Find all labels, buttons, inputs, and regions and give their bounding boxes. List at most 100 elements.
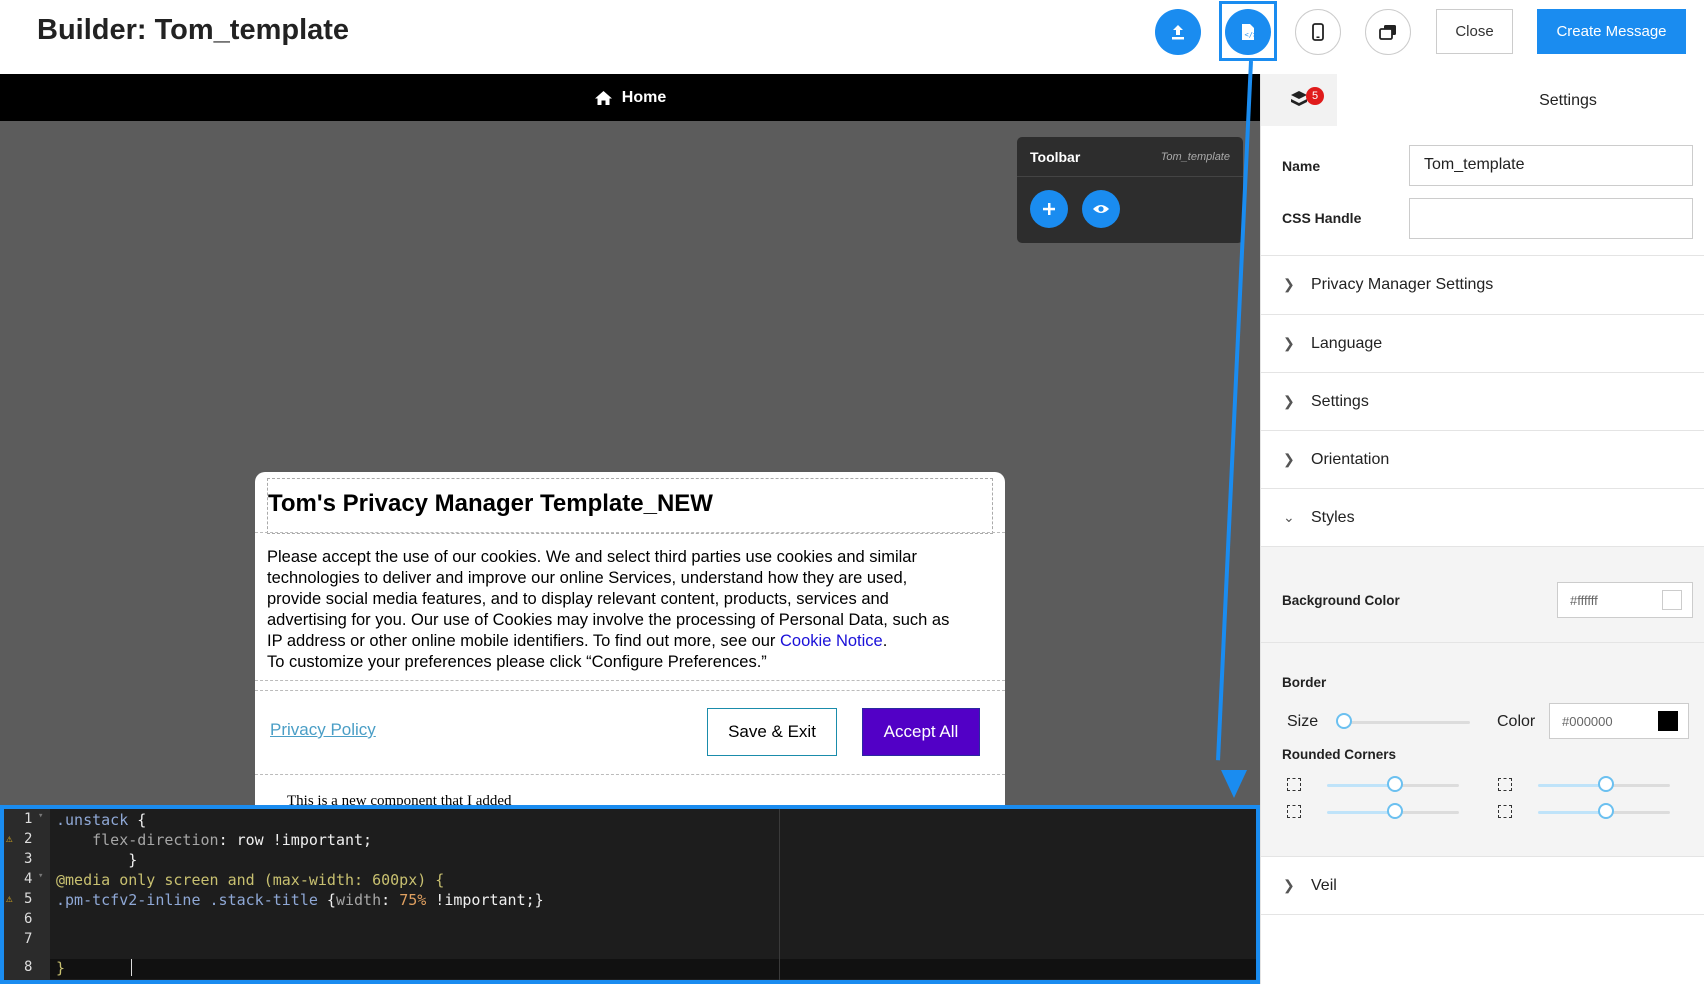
code-line: .unstack { [56, 811, 147, 829]
corner-bl-knob[interactable] [1387, 803, 1403, 819]
divider [255, 680, 1005, 681]
body-line: provide social media features, and to di… [267, 590, 889, 608]
border-size-label: Size [1287, 713, 1319, 730]
active-line-highlight [50, 959, 1256, 979]
corner-br-knob[interactable] [1598, 803, 1614, 819]
chevron-right-icon: ❯ [1283, 877, 1295, 893]
section-language[interactable]: ❯ Language [1261, 314, 1704, 372]
accept-all-button[interactable]: Accept All [862, 708, 980, 756]
divider [255, 690, 1005, 691]
tab-settings[interactable]: Settings [1261, 92, 1704, 110]
chevron-right-icon: ❯ [1283, 393, 1295, 409]
corner-br-track[interactable] [1606, 811, 1670, 814]
body-line: technologies to deliver and improve our … [267, 569, 908, 587]
line-number: ⚠ 2 [6, 831, 33, 847]
border-color-label: Color [1497, 713, 1536, 730]
line-number: 4 ▾ [24, 871, 44, 887]
save-exit-button[interactable]: Save & Exit [707, 708, 837, 756]
editor-print-margin [779, 809, 780, 980]
styles-content: Background Color #ffffff Border Size Col… [1261, 546, 1704, 856]
corner-tr-track-fill[interactable] [1538, 784, 1606, 787]
add-component-button[interactable] [1030, 190, 1068, 228]
section-veil[interactable]: ❯ Veil [1261, 856, 1704, 914]
home-bar[interactable]: Home [0, 74, 1260, 121]
panel-tabs: 5 Settings [1261, 74, 1704, 126]
border-size-slider-track[interactable] [1343, 721, 1470, 724]
page-title: Builder: Tom_template [37, 14, 350, 46]
line-number: 1 ▾ [24, 811, 44, 827]
divider [1261, 914, 1704, 915]
corner-top-left-icon [1287, 778, 1301, 791]
line-number: 6 [24, 911, 33, 927]
code-line: @media only screen and (max-width: 600px… [56, 871, 445, 889]
layers-button[interactable] [1365, 9, 1411, 55]
corner-bottom-right-icon [1498, 805, 1512, 818]
line-number: ⚠ 5 [6, 891, 33, 907]
chevron-right-icon: ❯ [1283, 451, 1295, 467]
body-line: Please accept the use of our cookies. We… [267, 548, 917, 566]
background-color-label: Background Color [1282, 593, 1400, 608]
corner-tl-track[interactable] [1395, 784, 1459, 787]
divider [1261, 642, 1704, 643]
corner-br-track-fill[interactable] [1538, 811, 1606, 814]
divider [255, 532, 1005, 533]
background-color-swatch[interactable] [1662, 590, 1682, 610]
section-styles[interactable]: ⌄ Styles [1261, 488, 1704, 546]
corner-bl-track-fill[interactable] [1327, 811, 1395, 814]
fold-icon: ▾ [38, 871, 44, 881]
name-label: Name [1282, 158, 1321, 174]
css-handle-input[interactable] [1409, 198, 1693, 239]
corner-tr-knob[interactable] [1598, 776, 1614, 792]
message-body[interactable]: Please accept the use of our cookies. We… [267, 547, 997, 673]
toolbar-header: Toolbar Tom_template [1017, 137, 1243, 177]
upload-button[interactable] [1155, 9, 1201, 55]
background-color-value: #ffffff [1570, 593, 1598, 608]
border-color-swatch[interactable] [1658, 711, 1678, 731]
cookie-notice-link[interactable]: Cookie Notice [780, 632, 883, 650]
create-message-button[interactable]: Create Message [1537, 9, 1686, 54]
border-size-slider-knob[interactable] [1336, 713, 1352, 729]
toolbar-title: Toolbar [1030, 148, 1081, 165]
upload-icon [1172, 25, 1184, 40]
preview-button[interactable] [1082, 190, 1120, 228]
border-label: Border [1282, 675, 1327, 690]
section-privacy-manager-settings[interactable]: ❯ Privacy Manager Settings [1261, 255, 1704, 313]
section-settings[interactable]: ❯ Settings [1261, 372, 1704, 430]
chevron-down-icon: ⌄ [1283, 509, 1295, 525]
body-line: advertising for you. Our use of Cookies … [267, 611, 950, 629]
code-line: } [56, 959, 66, 977]
message-title[interactable]: Tom's Privacy Manager Template_NEW [268, 490, 713, 518]
rounded-corners-label: Rounded Corners [1282, 747, 1397, 762]
mobile-icon [1312, 23, 1324, 41]
mobile-preview-button[interactable] [1295, 9, 1341, 55]
privacy-policy-link[interactable]: Privacy Policy [270, 720, 376, 740]
chevron-right-icon: ❯ [1283, 276, 1295, 292]
code-line: } [56, 851, 138, 869]
plus-icon [1043, 203, 1055, 215]
toolbar-subtitle: Tom_template [1160, 150, 1230, 163]
section-orientation[interactable]: ❯ Orientation [1261, 430, 1704, 488]
body-line: To customize your preferences please cli… [267, 653, 767, 671]
warning-icon: ⚠ [6, 832, 13, 845]
name-input[interactable]: Tom_template [1409, 145, 1693, 186]
eye-icon [1093, 205, 1109, 213]
css-code-editor[interactable]: 1 ▾ ⚠ 2 3 4 ▾ ⚠ 5 6 7 8 .unstack { flex-dire… [0, 805, 1260, 984]
highlight-frame [1219, 1, 1277, 61]
border-color-input[interactable]: #000000 [1549, 703, 1689, 739]
line-number: 7 [24, 931, 33, 947]
close-button[interactable]: Close [1436, 9, 1513, 54]
corner-bl-track[interactable] [1395, 811, 1459, 814]
code-line: flex-direction: row !important; [56, 831, 373, 849]
warning-icon: ⚠ [6, 892, 13, 905]
background-color-input[interactable]: #ffffff [1557, 582, 1693, 618]
line-number: 3 [24, 851, 33, 867]
code-line: .pm-tcfv2-inline .stack-title {width: 75… [56, 891, 544, 909]
corner-top-right-icon [1498, 778, 1512, 791]
home-label: Home [621, 88, 667, 106]
fold-icon: ▾ [38, 811, 44, 821]
body-line: IP address or other online mobile identi… [267, 631, 997, 652]
text-cursor [131, 959, 132, 976]
corner-tr-track[interactable] [1606, 784, 1670, 787]
corner-tl-knob[interactable] [1387, 776, 1403, 792]
corner-tl-track-fill[interactable] [1327, 784, 1395, 787]
